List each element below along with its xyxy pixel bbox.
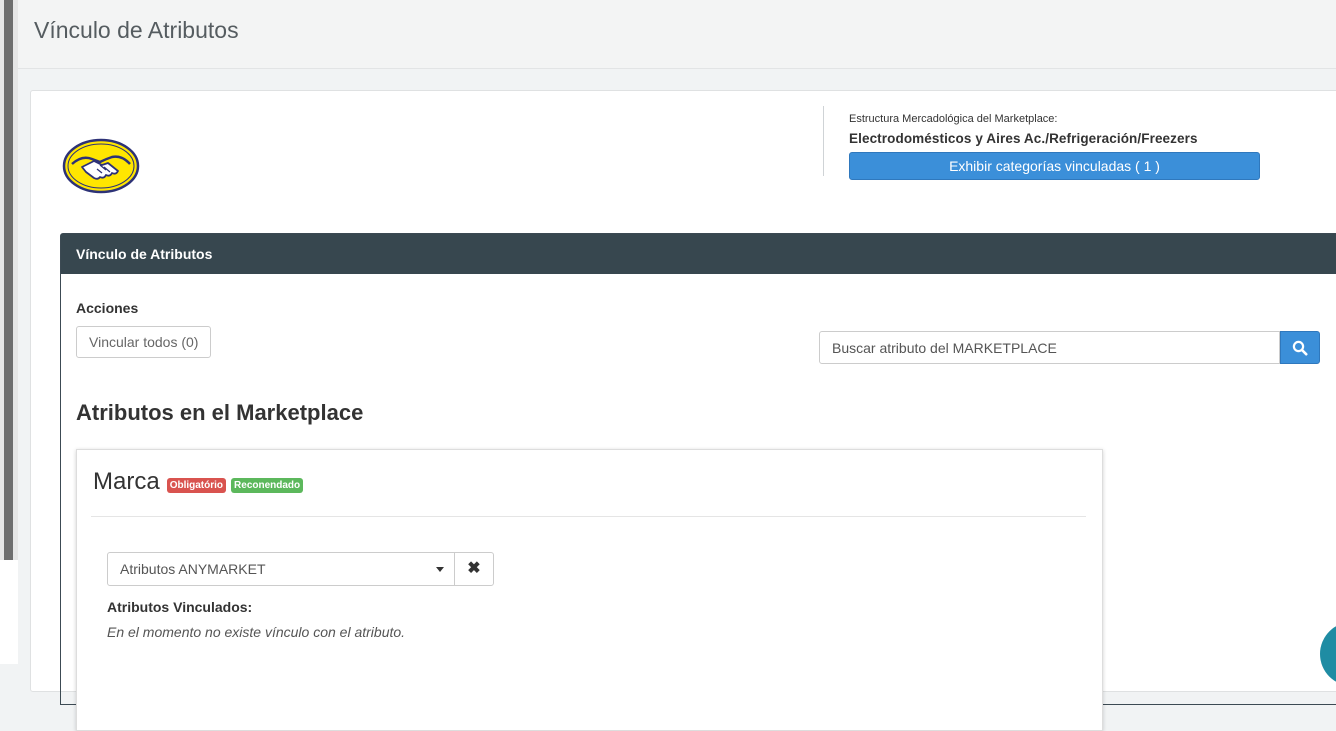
attribute-search [819, 331, 1321, 364]
section-title: Atributos en el Marketplace [76, 400, 364, 425]
linked-attributes-label: Atributos Vinculados: [107, 599, 253, 615]
caret-down-icon [436, 567, 444, 572]
dropdown-placeholder: Atributos ANYMARKET [120, 561, 266, 577]
window-left-edge [0, 0, 18, 664]
search-icon [1292, 340, 1308, 355]
page-title: Vínculo de Atributos [34, 17, 239, 43]
attribute-card: Marca Obligatório Reconendado Atributos … [76, 449, 1103, 731]
panel-title: Vínculo de Atributos [61, 234, 1336, 274]
category-path: Electrodomésticos y Aires Ac./Refrigerac… [849, 131, 1198, 146]
card-divider [91, 516, 1086, 517]
link-all-button[interactable]: Vincular todos (0) [76, 326, 212, 358]
search-input[interactable] [819, 331, 1280, 364]
attribute-name: Marca [93, 468, 160, 495]
mercadolibre-logo [62, 138, 140, 194]
anymarket-attribute-select: Atributos ANYMARKET ✖ [107, 552, 494, 586]
content-box: Estructura Mercadológica del Marketplace… [30, 90, 1336, 731]
page-header: Vínculo de Atributos [18, 0, 1336, 69]
required-badge: Obligatório [166, 477, 227, 493]
left-edge-bottom [0, 560, 18, 664]
attribute-title: Marca Obligatório Reconendado [93, 468, 304, 496]
marketplace-structure-info: Estructura Mercadológica del Marketplace… [823, 106, 1260, 180]
structure-label: Estructura Mercadológica del Marketplace… [849, 113, 1058, 125]
search-button[interactable] [1280, 331, 1320, 364]
attribute-link-panel: Vínculo de Atributos Acciones Vincular t… [60, 233, 1336, 731]
linked-attributes-message: En el momento no existe vínculo con el a… [107, 624, 406, 640]
clear-selection-button[interactable]: ✖ [454, 552, 494, 586]
close-icon: ✖ [467, 560, 481, 577]
show-linked-categories-button[interactable]: Exhibir categorías vinculadas ( 1 ) [849, 152, 1260, 180]
recommended-badge: Reconendado [231, 477, 304, 493]
actions-label: Acciones [76, 300, 139, 316]
left-scrollbar[interactable] [4, 0, 13, 560]
attribute-dropdown[interactable]: Atributos ANYMARKET [107, 552, 455, 586]
